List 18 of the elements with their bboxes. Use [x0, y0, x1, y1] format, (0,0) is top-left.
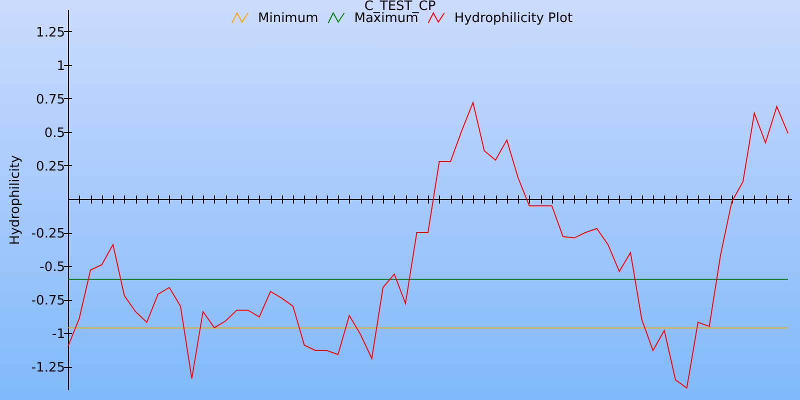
legend-icon	[232, 12, 248, 24]
y-axis-label: Hydrophilicity	[8, 155, 23, 245]
y-tick-label: 0.25	[36, 159, 65, 174]
y-tick-label: 1.25	[36, 25, 65, 40]
legend-label: Maximum	[354, 11, 418, 26]
y-tick-label: 1	[56, 58, 65, 74]
legend-icon	[328, 12, 345, 24]
y-tick-label: 0.5	[44, 126, 65, 141]
y-tick-label: -0.25	[31, 226, 65, 242]
chart-title: C_TEST_CP	[364, 0, 436, 14]
legend-label: Minimum	[258, 11, 318, 26]
y-tick-label: -0.5	[40, 260, 65, 276]
y-tick-label: -1.25	[31, 360, 65, 376]
y-tick-label: 0.75	[36, 92, 65, 108]
y-tick-label: -0.75	[31, 294, 65, 309]
legend-icon	[428, 12, 445, 24]
y-tick-label: -1	[52, 327, 65, 342]
legend-label: Hydrophilicity Plot	[454, 11, 573, 26]
